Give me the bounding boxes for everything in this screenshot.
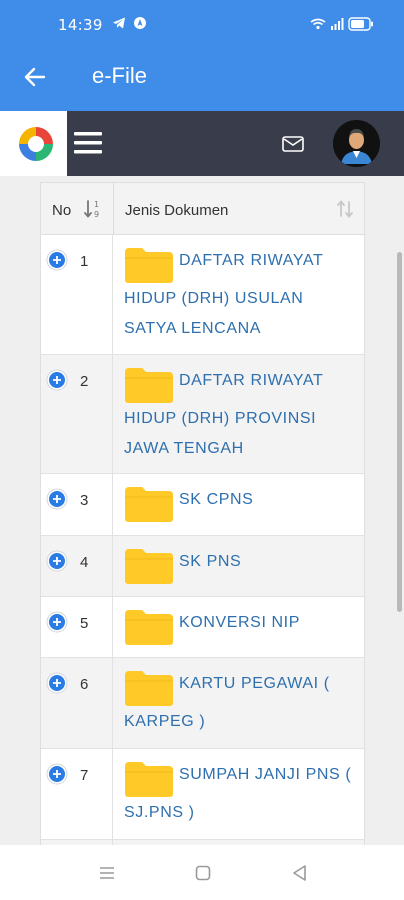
hamburger-menu-icon[interactable] [74, 131, 102, 155]
expand-plus-icon[interactable] [46, 488, 68, 510]
table-row[interactable]: 3 SK CPNS [41, 474, 364, 536]
expand-plus-icon[interactable] [46, 369, 68, 391]
sort-icon[interactable] [334, 198, 356, 220]
document-cell[interactable]: SUMPAH JANJI PNS ( SJ.PNS ) [113, 749, 364, 836]
header-divider [113, 183, 114, 235]
expand-plus-icon[interactable] [46, 249, 68, 271]
table-row[interactable]: 5 KONVERSI NIP [41, 597, 364, 658]
folder-icon [125, 549, 173, 584]
row-number: 2 [80, 373, 89, 390]
expand-plus-icon[interactable] [46, 763, 68, 785]
row-number-cell: 4 [41, 536, 113, 596]
app-logo-icon [19, 127, 53, 161]
svg-text:9: 9 [94, 210, 99, 219]
expand-plus-icon[interactable] [46, 672, 68, 694]
expand-plus-icon[interactable] [46, 550, 68, 572]
app-bar: e-File [0, 44, 404, 111]
table-header: No 1 9 Jenis Dokumen [41, 183, 364, 235]
wifi-icon [310, 18, 326, 30]
svg-text:1: 1 [94, 200, 99, 209]
folder-icon [125, 248, 173, 283]
row-number: 4 [80, 554, 89, 571]
row-number-cell: 5 [41, 597, 113, 657]
document-cell[interactable]: DAFTAR RIWAYAT HIDUP (DRH) USULAN SATYA … [113, 235, 364, 352]
document-cell[interactable]: DAFTAR RIWAYAT HIDUP (DRH) PROVINSI JAWA… [113, 355, 364, 472]
table-body: 1 DAFTAR RIWAYAT HIDUP (DRH) USULAN SATY… [41, 235, 364, 849]
status-right-icons [310, 17, 374, 31]
row-number: 5 [80, 615, 89, 632]
document-cell[interactable]: SK CPNS [113, 474, 364, 531]
row-number: 3 [80, 492, 89, 509]
scrollbar[interactable] [397, 252, 402, 612]
status-time: 14:39 [58, 16, 103, 34]
table-row[interactable]: 1 DAFTAR RIWAYAT HIDUP (DRH) USULAN SATY… [41, 235, 364, 355]
top-nav-bar [0, 111, 404, 176]
document-link[interactable]: KONVERSI NIP [179, 614, 300, 631]
app-logo[interactable] [0, 111, 67, 176]
document-cell[interactable]: KARTU PEGAWAI ( KARPEG ) [113, 658, 364, 745]
document-link[interactable]: SK PNS [179, 553, 241, 570]
row-number-cell: 7 [41, 749, 113, 839]
document-table: No 1 9 Jenis Dokumen 1 DAFTAR RIWAYAT HI… [40, 182, 365, 850]
sort-numeric-asc-icon[interactable]: 1 9 [83, 198, 105, 220]
row-number-cell: 2 [41, 355, 113, 473]
table-row[interactable]: 2 DAFTAR RIWAYAT HIDUP (DRH) PROVINSI JA… [41, 355, 364, 474]
system-nav-bar [0, 845, 404, 900]
row-number: 6 [80, 676, 89, 693]
table-row[interactable]: 4 SK PNS [41, 536, 364, 597]
user-avatar-icon [333, 120, 380, 167]
recent-apps-icon[interactable] [97, 863, 117, 883]
row-number: 1 [80, 253, 89, 270]
row-number-cell: 1 [41, 235, 113, 354]
column-header-jenis-dokumen[interactable]: Jenis Dokumen [125, 202, 228, 219]
row-number: 7 [80, 767, 89, 784]
table-row[interactable]: 6 KARTU PEGAWAI ( KARPEG ) [41, 658, 364, 749]
row-number-cell: 6 [41, 658, 113, 748]
table-row[interactable]: 7 SUMPAH JANJI PNS ( SJ.PNS ) [41, 749, 364, 840]
folder-icon [125, 368, 173, 403]
location-icon [134, 17, 146, 29]
column-header-no[interactable]: No [52, 202, 71, 219]
telegram-icon [113, 17, 125, 29]
folder-icon [125, 671, 173, 706]
expand-plus-icon[interactable] [46, 611, 68, 633]
mail-icon[interactable] [281, 135, 305, 153]
signal-icon [331, 18, 344, 30]
folder-icon [125, 610, 173, 645]
folder-icon [125, 762, 173, 797]
document-cell[interactable]: KONVERSI NIP [113, 597, 364, 654]
page-title: e-File [92, 63, 148, 88]
folder-icon [125, 487, 173, 522]
home-icon[interactable] [193, 863, 213, 883]
user-avatar[interactable] [333, 120, 380, 167]
back-icon[interactable] [290, 863, 310, 883]
arrow-left-icon[interactable] [22, 64, 48, 90]
battery-icon [348, 17, 373, 31]
status-bar: 14:39 [0, 0, 404, 44]
row-number-cell: 3 [41, 474, 113, 535]
document-cell[interactable]: SK PNS [113, 536, 364, 593]
document-link[interactable]: SK CPNS [179, 491, 253, 508]
